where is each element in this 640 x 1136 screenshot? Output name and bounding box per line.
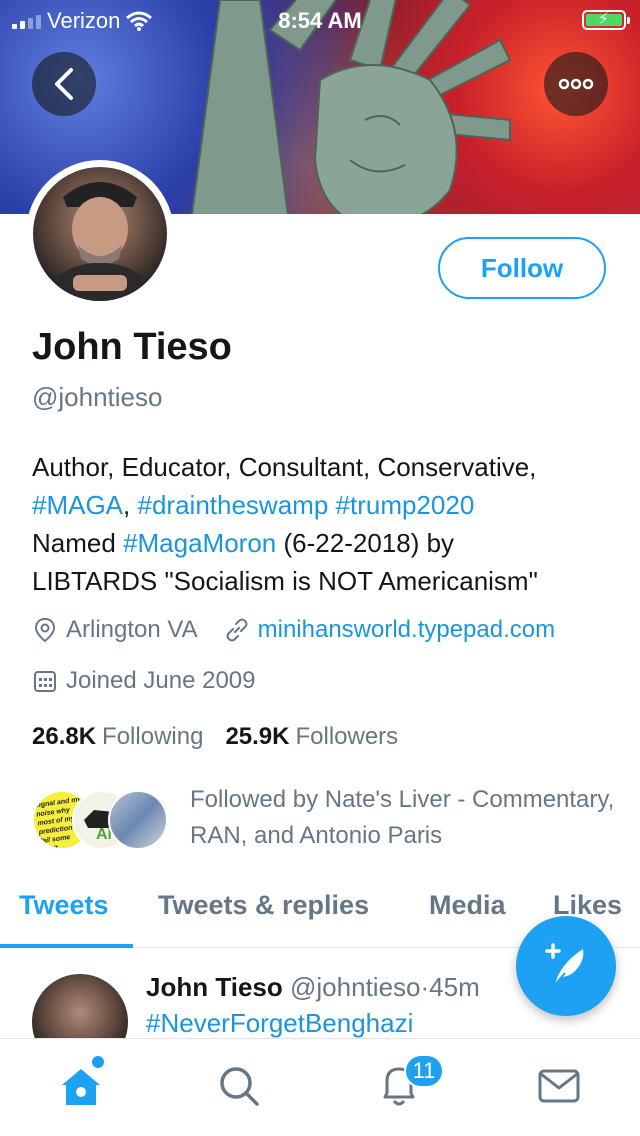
search-icon	[220, 1067, 259, 1106]
tweet-avatar[interactable]	[32, 974, 128, 1038]
hashtag-magamoron[interactable]: #MagaMoron	[123, 528, 276, 558]
status-time: 8:54 AM	[278, 8, 362, 33]
bottom-nav	[0, 1038, 640, 1136]
tab-tweets[interactable]: Tweets	[19, 890, 109, 921]
location-website-row: Arlington VA minihansworld.typepad.com	[32, 616, 555, 644]
mutual-followers-avatars: signal and my noise why most of my predi…	[32, 786, 182, 850]
nav-home[interactable]	[56, 1061, 106, 1111]
notifications-badge: 11	[404, 1054, 444, 1088]
bio-line-2: #MAGA, #draintheswamp #trump2020	[32, 490, 475, 520]
compose-feather-icon	[545, 943, 584, 988]
following-label: Following	[102, 723, 204, 750]
battery-icon: ⚡	[582, 10, 630, 30]
location-pin-icon	[32, 617, 58, 643]
hashtag-maga[interactable]: #MAGA	[32, 490, 123, 520]
followers-label: Followers	[295, 723, 399, 750]
mail-icon	[538, 1069, 580, 1103]
tweet-header: John Tieso @johntieso·45m	[146, 972, 480, 1002]
tweet-text[interactable]: #NeverForgetBenghazi	[146, 1008, 413, 1038]
tweet-handle: @johntieso	[290, 972, 421, 1002]
followers-count-link[interactable]: 25.9K Followers	[225, 723, 398, 751]
more-options-button[interactable]	[544, 52, 608, 116]
active-tab-indicator	[0, 944, 133, 948]
link-icon	[224, 617, 250, 643]
avatar-image	[33, 167, 167, 301]
following-count-link[interactable]: 26.8K Following	[32, 723, 203, 751]
bio-line-3: Named #MagaMoron (6-22-2018) by	[32, 528, 455, 558]
following-count: 26.8K	[32, 723, 97, 750]
profile-handle: @johntieso	[32, 382, 163, 412]
tweet-age: 45m	[429, 972, 480, 1002]
followed-by-text: Followed by Nate's Liver - Commentary, R…	[190, 786, 615, 849]
nav-search[interactable]	[214, 1061, 264, 1111]
hashtag-draintheswamp[interactable]: #draintheswamp	[138, 490, 329, 520]
follow-counts: 26.8K Following 25.9K Followers	[32, 723, 398, 751]
avatar-portrait	[43, 182, 157, 301]
tab-tweets-replies[interactable]: Tweets & replies	[158, 890, 369, 921]
bio-line-1: Author, Educator, Consultant, Conservati…	[32, 452, 537, 482]
hashtag-trump2020[interactable]: #trump2020	[336, 490, 475, 520]
joined-text: Joined June 2009	[66, 667, 256, 694]
followers-count: 25.9K	[225, 723, 290, 750]
home-icon	[62, 1069, 100, 1105]
ellipsis-icon	[558, 78, 594, 90]
joined-row: Joined June 2009	[32, 667, 256, 695]
back-button[interactable]	[32, 52, 96, 116]
compose-tweet-button[interactable]	[516, 916, 616, 1016]
chevron-left-icon	[55, 68, 73, 100]
tab-media[interactable]: Media	[429, 890, 506, 921]
website-link[interactable]: minihansworld.typepad.com	[258, 616, 555, 644]
status-bar: Verizon 8:54 AM ⚡	[0, 0, 640, 40]
calendar-icon	[32, 668, 58, 694]
nav-messages[interactable]	[534, 1061, 584, 1111]
follow-button[interactable]: Follow	[438, 237, 606, 299]
location-text: Arlington VA	[66, 616, 198, 643]
bio-line-4: LIBTARDS "Socialism is NOT Americanism"	[32, 566, 538, 596]
followed-by[interactable]: signal and my noise why most of my predi…	[32, 782, 630, 854]
profile-name: John Tieso	[32, 326, 232, 368]
profile-bio: Author, Educator, Consultant, Conservati…	[32, 448, 622, 600]
mutual-avatar-antonio-paris	[108, 790, 168, 850]
profile-avatar[interactable]	[26, 160, 174, 308]
home-new-content-dot	[92, 1056, 104, 1068]
tweet-author: John Tieso	[146, 972, 283, 1002]
